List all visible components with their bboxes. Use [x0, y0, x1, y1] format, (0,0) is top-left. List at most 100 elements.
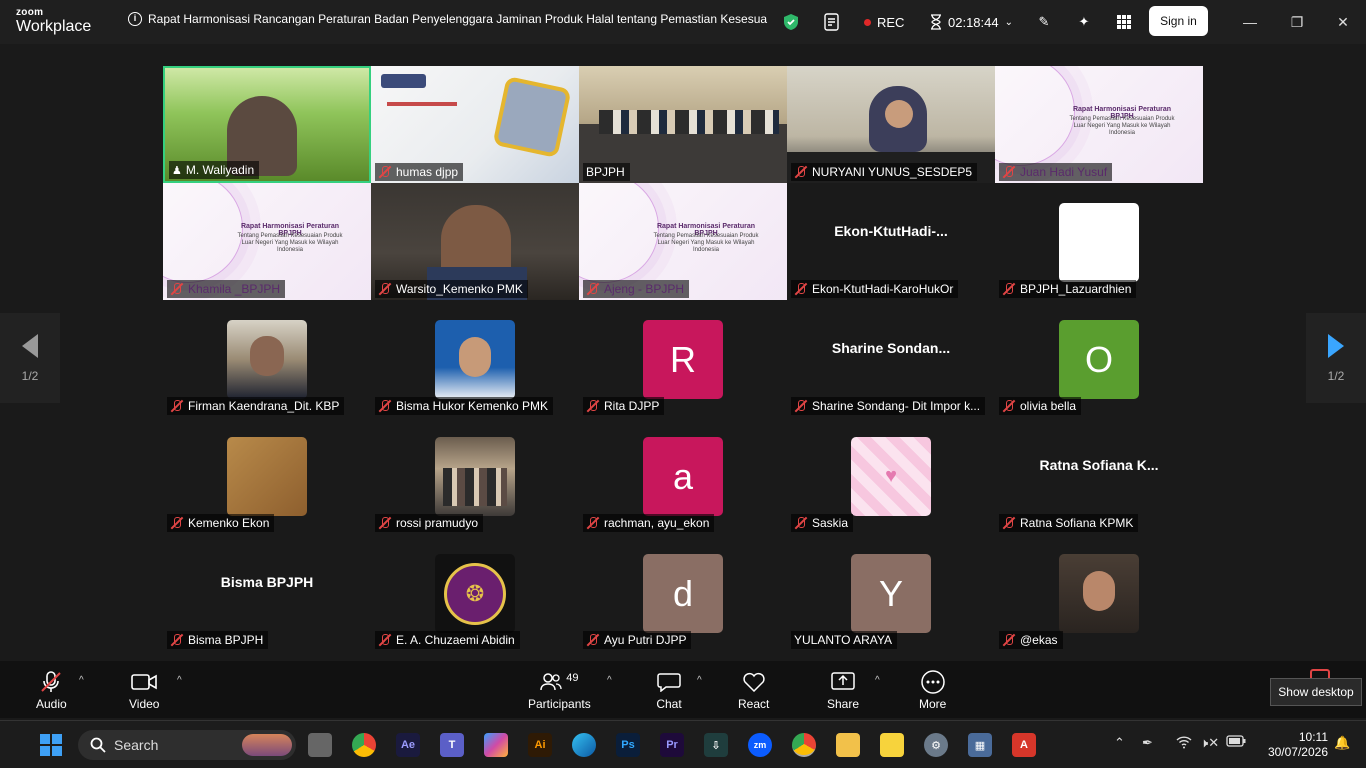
photoshop-icon[interactable]: Ps [616, 733, 640, 757]
chat-button[interactable]: Chat [656, 671, 682, 711]
search-highlight-image [242, 734, 292, 756]
calculator-icon[interactable]: ▦ [968, 733, 992, 757]
share-options-chevron-icon[interactable]: ^ [875, 675, 880, 686]
taskbar-search[interactable]: Search [78, 730, 296, 760]
audio-button[interactable]: Audio [36, 671, 67, 711]
participant-tile[interactable]: Warsito_Kemenko PMK [371, 183, 579, 300]
share-button[interactable]: Share [827, 671, 859, 711]
battery-icon[interactable] [1226, 735, 1246, 750]
participant-name: Bisma BPJPH [188, 633, 264, 647]
participant-tile[interactable]: ❂ E. A. Chuzaemi Abidin [371, 534, 579, 651]
pen-icon[interactable]: ✒ [1142, 735, 1153, 751]
notification-icon[interactable]: 🔔 [1334, 735, 1350, 751]
wifi-icon[interactable] [1176, 735, 1192, 752]
participant-tile[interactable]: Ekon-KtutHadi-... Ekon-KtutHadi-KaroHukO… [787, 183, 995, 300]
participant-tile[interactable]: Kemenko Ekon [163, 417, 371, 534]
chevron-up-icon[interactable]: ⌃ [1114, 735, 1125, 751]
video-gallery: ♟ M. Waliyadin humas djpp BPJPH NURYANI … [163, 66, 1203, 651]
video-options-chevron-icon[interactable]: ^ [177, 675, 182, 686]
zoom-icon[interactable]: zm [748, 733, 772, 757]
participant-tile[interactable]: Rapat Harmonisasi Peraturan BPJPH Tentan… [995, 66, 1203, 183]
info-icon[interactable]: i [128, 12, 142, 26]
chat-icon [656, 671, 682, 693]
participant-tile[interactable]: Firman Kaendrana_Dit. KBP [163, 300, 371, 417]
participants-button[interactable]: 49 Participants [528, 671, 591, 711]
speaker-icon: ♟ [172, 164, 182, 177]
participant-tile[interactable]: BPJPH [579, 66, 787, 183]
participant-display-name: Sharine Sondan... [831, 339, 951, 356]
maximize-icon[interactable]: ❐ [1287, 12, 1307, 32]
close-icon[interactable]: ✕ [1333, 12, 1353, 32]
apps-grid-icon[interactable] [1114, 11, 1134, 33]
chrome-icon[interactable] [352, 733, 376, 757]
store-icon[interactable]: ⇩ [704, 733, 728, 757]
notes-icon[interactable] [822, 11, 842, 33]
participant-tile[interactable]: BPJPH_Lazuardhien [995, 183, 1203, 300]
taskbar-clock[interactable]: 10:11 30/07/2026 [1258, 730, 1328, 760]
audio-options-chevron-icon[interactable]: ^ [79, 675, 84, 686]
participant-tile[interactable]: Rapat Harmonisasi Peraturan BPJPH Tentan… [579, 183, 787, 300]
participant-tile[interactable]: Rapat Harmonisasi Peraturan BPJPH Tentan… [163, 183, 371, 300]
task-view-icon[interactable] [308, 733, 332, 757]
recording-indicator[interactable]: REC [864, 11, 904, 33]
minimize-icon[interactable]: — [1240, 12, 1260, 32]
participant-tile[interactable]: R Rita DJPP [579, 300, 787, 417]
volume-muted-icon[interactable]: 🕨✕ [1200, 735, 1219, 751]
ai-companion-icon[interactable]: ✦ [1074, 11, 1094, 33]
participant-name: rossi pramudyo [396, 516, 479, 530]
participant-tile[interactable]: Bisma BPJPH Bisma BPJPH [163, 534, 371, 651]
windows-start-icon[interactable] [40, 734, 62, 756]
participant-tile[interactable]: @ekas [995, 534, 1203, 651]
participant-label: humas djpp [375, 163, 464, 181]
edge-icon[interactable] [572, 733, 596, 757]
video-button[interactable]: Video [129, 671, 159, 711]
meeting-timer[interactable]: 02:18:44 ⌄ [930, 11, 1013, 33]
participant-tile[interactable]: a rachman, ayu_ekon [579, 417, 787, 534]
chevron-down-icon[interactable]: ⌄ [1005, 17, 1013, 28]
participant-tile[interactable]: Ratna Sofiana K... Ratna Sofiana KPMK [995, 417, 1203, 534]
participant-tile[interactable]: rossi pramudyo [371, 417, 579, 534]
participant-tile[interactable]: humas djpp [371, 66, 579, 183]
participant-name: Bisma Hukor Kemenko PMK [396, 399, 549, 413]
participant-tile[interactable]: d Ayu Putri DJPP [579, 534, 787, 651]
after-effects-icon[interactable]: Ae [396, 733, 420, 757]
participant-name: Warsito_Kemenko PMK [396, 282, 523, 296]
participant-label: rachman, ayu_ekon [583, 514, 715, 532]
meeting-info[interactable]: i Rapat Harmonisasi Rancangan Peraturan … [128, 12, 768, 26]
participant-name: Saskia [812, 516, 849, 530]
participant-tile[interactable]: ♟ M. Waliyadin [163, 66, 371, 183]
participant-tile[interactable]: Y YULANTO ARAYA [787, 534, 995, 651]
participant-tile[interactable]: O olivia bella [995, 300, 1203, 417]
sign-in-button[interactable]: Sign in [1149, 6, 1208, 36]
file-explorer-icon[interactable] [836, 733, 860, 757]
copilot-icon[interactable] [484, 733, 508, 757]
participant-name: BPJPH_Lazuardhien [1020, 282, 1132, 296]
mic-muted-icon [378, 516, 392, 530]
participant-tile[interactable]: Bisma Hukor Kemenko PMK [371, 300, 579, 417]
annotate-icon[interactable]: ✎ [1034, 11, 1054, 33]
encryption-shield-icon[interactable] [782, 11, 800, 33]
prev-page-button[interactable]: 1/2 [0, 313, 60, 403]
mic-muted-icon [378, 633, 392, 647]
react-button[interactable]: React [738, 671, 769, 711]
settings-icon[interactable]: ⚙ [924, 733, 948, 757]
share-screen-icon [830, 671, 856, 693]
chat-options-chevron-icon[interactable]: ^ [697, 675, 702, 686]
mic-muted-icon [794, 165, 808, 179]
arrow-left-icon [22, 334, 38, 358]
windows-taskbar: Search Ae T Ai Ps Pr ⇩ zm ⚙ ▦ A ⌃ ✒ 🕨✕ 1… [0, 720, 1366, 768]
teams-icon[interactable]: T [440, 733, 464, 757]
participant-tile[interactable]: Sharine Sondan... Sharine Sondang- Dit I… [787, 300, 995, 417]
premiere-icon[interactable]: Pr [660, 733, 684, 757]
chrome-icon[interactable] [792, 733, 816, 757]
participants-options-chevron-icon[interactable]: ^ [607, 675, 612, 686]
illustrator-icon[interactable]: Ai [528, 733, 552, 757]
participant-avatar: ♥ [851, 437, 931, 516]
next-page-button[interactable]: 1/2 [1306, 313, 1366, 403]
audio-label: Audio [36, 697, 67, 711]
participant-tile[interactable]: ♥ Saskia [787, 417, 995, 534]
participant-tile[interactable]: NURYANI YUNUS_SESDEP5 [787, 66, 995, 183]
sticky-notes-icon[interactable] [880, 733, 904, 757]
more-button[interactable]: More [919, 670, 946, 711]
acrobat-icon[interactable]: A [1012, 733, 1036, 757]
